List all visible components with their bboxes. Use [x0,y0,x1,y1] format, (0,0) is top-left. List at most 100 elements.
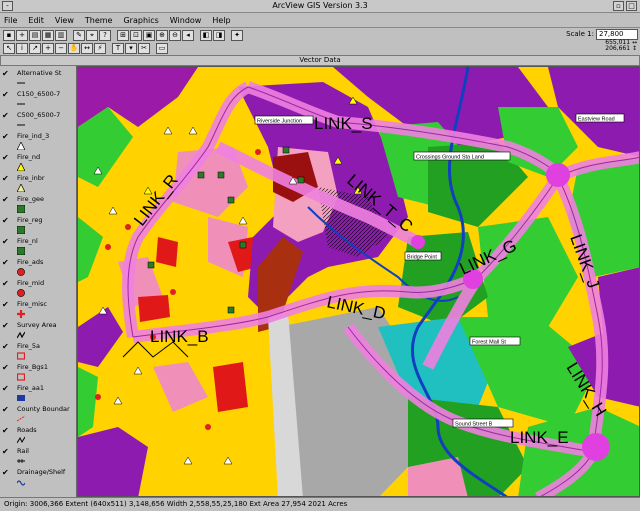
cross-symbol-icon [17,310,25,318]
landuse-parcel [213,362,248,412]
maximize-button[interactable]: □ [626,1,637,11]
line-symbol-icon [17,124,25,126]
map-link-label: LINK_S [314,114,373,133]
view-title: Vector Data [0,55,640,66]
line-symbol-icon [17,103,25,105]
line-symbol-icon [17,82,25,84]
zoom-active-button[interactable]: ⊡ [130,30,142,41]
box-symbol-icon [17,373,25,381]
checkmark-icon[interactable]: ✔ [2,216,9,225]
wave-symbol-icon [17,480,25,486]
checkmark-icon[interactable]: ✔ [2,174,9,183]
window-menu-button[interactable]: - [2,1,13,11]
circle-symbol-icon [17,268,25,276]
checkmark-icon[interactable]: ✔ [2,195,9,204]
open-table-button[interactable]: ▥ [55,30,67,41]
zoom-in-button[interactable]: ⊕ [156,30,168,41]
measure-tool[interactable]: ↔ [81,43,93,54]
interchange-node [546,163,570,187]
checkmark-icon[interactable]: ✔ [2,90,9,99]
save-project-button[interactable]: ▪ [3,30,15,41]
map-svg[interactable]: LINK_S LINK_R LINK_T_C LINK_G LINK_J LIN… [78,67,640,497]
text-tool[interactable]: T [112,43,124,54]
zoom-previous-button[interactable]: ◂ [182,30,194,41]
interchange-node [582,433,610,461]
filled-box-symbol-icon [17,395,25,401]
checkmark-icon[interactable]: ✔ [2,132,9,141]
tool-bar: ↖ i ↗ + − ✋ ↔ ⚡ T ▾ ✂ ▭ 655,011 ↔ 206,66… [0,40,640,56]
checkmark-icon[interactable]: ✔ [2,237,9,246]
zoom-out-button[interactable]: ⊖ [169,30,181,41]
help-button[interactable]: ✦ [231,30,243,41]
triangle-symbol-icon [17,184,25,192]
pan-tool[interactable]: ✋ [68,43,80,54]
table-of-contents[interactable]: ✔ Alternative St ✔ C150_6500-7 ✔ C500_6500-… [0,66,77,497]
find-button[interactable]: ✎ [73,30,85,41]
map-canvas[interactable]: LINK_S LINK_R LINK_T_C LINK_G LINK_J LIN… [77,66,640,497]
snap-tool[interactable]: ✂ [138,43,150,54]
checkmark-icon[interactable]: ✔ [2,111,9,120]
menu-window[interactable]: Window [170,16,202,25]
square-symbol-icon [17,226,25,234]
area-of-interest-tool[interactable]: ▭ [156,43,168,54]
checkmark-icon[interactable]: ✔ [2,405,9,414]
locate-button[interactable]: ⌖ [86,30,98,41]
location-label: Forest Mall St [472,340,506,346]
menu-edit[interactable]: Edit [28,16,44,25]
location-label: Bridge Point [407,255,437,261]
checkmark-icon[interactable]: ✔ [2,153,9,162]
zoom-selected-button[interactable]: ▣ [143,30,155,41]
location-label: Eastview Road [578,117,615,123]
scale-label: Scale 1: [566,30,594,38]
checkmark-icon[interactable]: ✔ [2,342,9,351]
roads-symbol-icon [17,436,25,444]
menu-view[interactable]: View [55,16,74,25]
circle-symbol-icon [17,289,25,297]
checkmark-icon[interactable]: ✔ [2,279,9,288]
zoom-in-tool[interactable]: + [42,43,54,54]
minimize-button[interactable]: ▫ [613,1,624,11]
menu-graphics[interactable]: Graphics [123,16,158,25]
location-label: Riverside Junction [257,119,302,125]
triangle-symbol-icon [17,142,25,150]
location-label: Sound Street B [455,422,493,428]
add-theme-button[interactable]: + [16,30,28,41]
checkmark-icon[interactable]: ✔ [2,384,9,393]
rail-symbol-icon [17,459,25,463]
dashed-line-symbol-icon [17,415,25,422]
window-title: ArcView GIS Version 3.3 [272,1,368,10]
select-features-button[interactable]: ◧ [200,30,212,41]
checkmark-icon[interactable]: ✔ [2,69,9,78]
square-symbol-icon [17,205,25,213]
location-label: Crossings Ground Sta Land [416,155,484,161]
query-builder-button[interactable]: ? [99,30,111,41]
pointer-tool[interactable]: ↖ [3,43,15,54]
draw-tool[interactable]: ▾ [125,43,137,54]
checkmark-icon[interactable]: ✔ [2,258,9,267]
map-link-label: LINK_B [150,327,209,346]
vertex-edit-tool[interactable]: ↗ [29,43,41,54]
checkmark-icon[interactable]: ✔ [2,300,9,309]
interchange-node [411,235,425,249]
checkmark-icon[interactable]: ✔ [2,447,9,456]
clear-selection-button[interactable]: ◨ [213,30,225,41]
coordinate-readout: 655,011 ↔ 206,661 ↕ [605,40,637,52]
checkmark-icon[interactable]: ✔ [2,321,9,330]
zoom-out-tool[interactable]: − [55,43,67,54]
box-symbol-icon [17,352,25,360]
zoom-full-button[interactable]: ⊞ [117,30,129,41]
menu-file[interactable]: File [4,16,17,25]
menu-theme[interactable]: Theme [85,16,113,25]
menu-bar: File Edit View Theme Graphics Window Hel… [0,13,640,28]
zigzag-symbol-icon [17,331,25,339]
menu-help[interactable]: Help [212,16,230,25]
edit-legend-button[interactable]: ▦ [42,30,54,41]
identify-tool[interactable]: i [16,43,28,54]
hotlink-tool[interactable]: ⚡ [94,43,106,54]
checkmark-icon[interactable]: ✔ [2,363,9,372]
checkmark-icon[interactable]: ✔ [2,426,9,435]
theme-properties-button[interactable]: ▤ [29,30,41,41]
square-symbol-icon [17,247,25,255]
checkmark-icon[interactable]: ✔ [2,468,9,477]
triangle-symbol-icon [17,163,25,171]
